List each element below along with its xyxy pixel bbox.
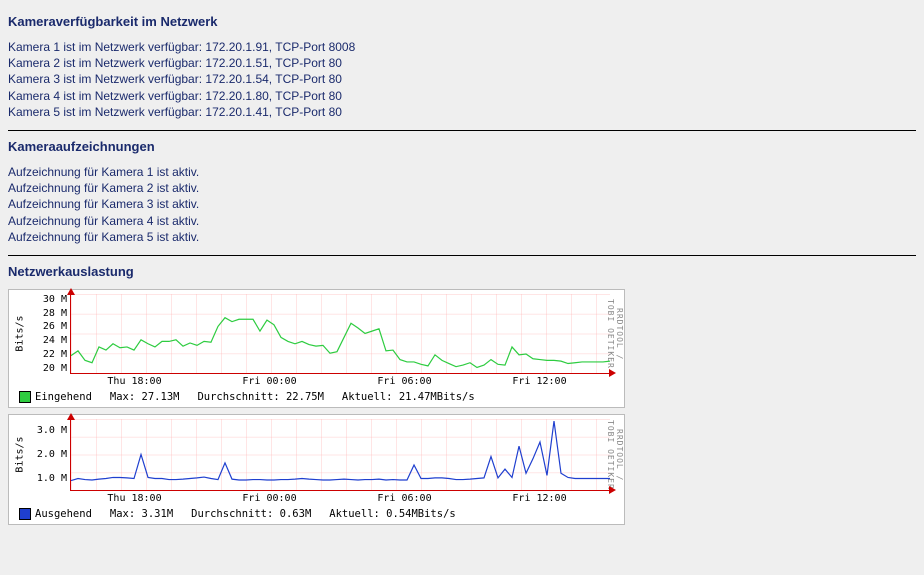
axis-arrow-right-icon [609, 369, 616, 377]
recording-line: Aufzeichnung für Kamera 2 ist aktiv. [8, 180, 916, 196]
recording-line: Aufzeichnung für Kamera 5 ist aktiv. [8, 229, 916, 245]
chart-plot-incoming [70, 294, 610, 374]
availability-lines: Kamera 1 ist im Netzwerk verfügbar: 172.… [8, 39, 916, 120]
chart-plot-outgoing [70, 419, 610, 491]
availability-line: Kamera 3 ist im Netzwerk verfügbar: 172.… [8, 71, 916, 87]
availability-line: Kamera 4 ist im Netzwerk verfügbar: 172.… [8, 88, 916, 104]
y-axis-ticks: 30 M 28 M 26 M 24 M 22 M 20 M [31, 294, 70, 374]
availability-line: Kamera 2 ist im Netzwerk verfügbar: 172.… [8, 55, 916, 71]
recording-line: Aufzeichnung für Kamera 1 ist aktiv. [8, 164, 916, 180]
y-axis-label: Bits/s [9, 294, 31, 374]
recording-line: Aufzeichnung für Kamera 4 ist aktiv. [8, 213, 916, 229]
chart-watermark: RRDTOOL / TOBI OETIKER [610, 294, 624, 374]
camera-availability-section: Kameraverfügbarkeit im Netzwerk Kamera 1… [8, 14, 916, 120]
chart-watermark: RRDTOOL / TOBI OETIKER [610, 419, 624, 491]
section-divider [8, 255, 916, 256]
chart-incoming: Bits/s 30 M 28 M 26 M 24 M 22 M 20 M RRD… [8, 289, 625, 408]
section-title-network: Netzwerkauslastung [8, 264, 916, 279]
legend-avg: Durchschnitt: 22.75M [197, 391, 323, 403]
legend-swatch-icon [19, 391, 31, 403]
recordings-lines: Aufzeichnung für Kamera 1 ist aktiv. Auf… [8, 164, 916, 245]
section-title-availability: Kameraverfügbarkeit im Netzwerk [8, 14, 916, 29]
legend-cur: Aktuell: 21.47MBits/s [342, 391, 475, 403]
chart-outgoing: Bits/s 3.0 M 2.0 M 1.0 M RRDTOOL / TOBI … [8, 414, 625, 525]
section-title-recordings: Kameraaufzeichnungen [8, 139, 916, 154]
recording-line: Aufzeichnung für Kamera 3 ist aktiv. [8, 196, 916, 212]
availability-line: Kamera 5 ist im Netzwerk verfügbar: 172.… [8, 104, 916, 120]
axis-arrow-right-icon [609, 486, 616, 494]
chart-legend-outgoing: Ausgehend Max: 3.31M Durchschnitt: 0.63M… [19, 508, 618, 520]
legend-swatch-icon [19, 508, 31, 520]
legend-max: Max: 27.13M [110, 391, 180, 403]
network-utilization-section: Netzwerkauslastung Bits/s 30 M 28 M 26 M… [8, 264, 916, 525]
x-axis-ticks: Thu 18:00 Fri 00:00 Fri 06:00 Fri 12:00 [67, 376, 607, 387]
legend-max: Max: 3.31M [110, 508, 173, 520]
y-axis-ticks: 3.0 M 2.0 M 1.0 M [31, 419, 70, 491]
availability-line: Kamera 1 ist im Netzwerk verfügbar: 172.… [8, 39, 916, 55]
x-axis-ticks: Thu 18:00 Fri 00:00 Fri 06:00 Fri 12:00 [67, 493, 607, 504]
legend-series: Ausgehend [19, 508, 92, 520]
camera-recordings-section: Kameraaufzeichnungen Aufzeichnung für Ka… [8, 139, 916, 245]
section-divider [8, 130, 916, 131]
legend-cur: Aktuell: 0.54MBits/s [329, 508, 455, 520]
legend-avg: Durchschnitt: 0.63M [191, 508, 311, 520]
legend-series: Eingehend [19, 391, 92, 403]
chart-legend-incoming: Eingehend Max: 27.13M Durchschnitt: 22.7… [19, 391, 618, 403]
y-axis-label: Bits/s [9, 419, 31, 491]
